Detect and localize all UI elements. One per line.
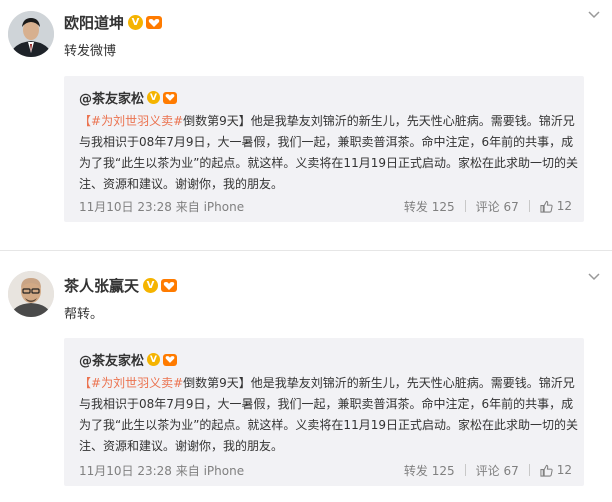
post-text: 帮转。	[64, 307, 104, 322]
author-row: 茶人张赢天 V	[64, 275, 178, 296]
bracket: 【	[79, 114, 92, 128]
repost-body: 【#为刘世羽义卖#倒数第9天】他是我挚友刘锦沂的新生儿，先天性心脏病。需要钱。锦…	[79, 111, 579, 195]
avatar[interactable]	[8, 11, 54, 57]
verified-v-badge-icon: V	[147, 353, 161, 366]
repost-count[interactable]: 转发 125	[404, 462, 455, 479]
repost-author-row: @茶友家松 V	[79, 88, 178, 107]
comment-count[interactable]: 评论 67	[476, 198, 519, 215]
repost-card[interactable]: @茶友家松 V 【#为刘世羽义卖#倒数第9天】他是我挚友刘锦沂的新生儿，先天性心…	[64, 338, 584, 486]
verified-v-badge-icon: V	[143, 278, 159, 293]
verified-v-badge-icon: V	[128, 15, 144, 30]
divider	[464, 464, 466, 476]
avatar[interactable]	[8, 271, 54, 317]
member-level-icon	[146, 16, 163, 29]
verified-v-badge-icon: V	[147, 91, 161, 104]
chevron-down-icon[interactable]	[588, 270, 600, 285]
repost-card[interactable]: @茶友家松 V 【#为刘世羽义卖#倒数第9天】他是我挚友刘锦沂的新生儿，先天性心…	[64, 76, 584, 222]
chevron-down-icon[interactable]	[588, 8, 600, 23]
comment-count[interactable]: 评论 67	[476, 462, 519, 479]
member-level-icon	[163, 91, 178, 104]
repost-footer: 11月10日 23:28 来自 iPhone 转发 125 评论 67 12	[79, 198, 572, 214]
bracket: 【	[79, 376, 92, 390]
author-name[interactable]: 欧阳道坤	[64, 12, 124, 33]
timestamp[interactable]: 11月10日 23:28 来自 iPhone	[79, 198, 394, 215]
like-button[interactable]: 12	[540, 463, 572, 477]
timestamp[interactable]: 11月10日 23:28 来自 iPhone	[79, 462, 394, 479]
thumbs-up-icon	[540, 200, 553, 213]
author-name[interactable]: 茶人张赢天	[64, 275, 139, 296]
thumbs-up-icon	[540, 464, 553, 477]
weibo-post: 欧阳道坤 V 转发微博 @茶友家松 V 【#为刘世羽义卖#倒数第9天】他是我挚友…	[0, 0, 612, 250]
repost-body: 【#为刘世羽义卖#倒数第9天】他是我挚友刘锦沂的新生儿，先天性心脏病。需要钱。锦…	[79, 373, 579, 457]
topic-link[interactable]: #为刘世羽义卖#	[91, 376, 183, 390]
divider	[464, 200, 466, 212]
divider	[528, 200, 530, 212]
like-count: 12	[556, 199, 572, 213]
member-level-icon	[161, 279, 178, 292]
repost-author-link[interactable]: @茶友家松	[79, 350, 144, 369]
divider	[528, 464, 530, 476]
post-text: 转发微博	[64, 44, 117, 59]
like-button[interactable]: 12	[540, 199, 572, 213]
topic-link[interactable]: #为刘世羽义卖#	[91, 114, 183, 128]
repost-author-row: @茶友家松 V	[79, 350, 178, 369]
repost-author-link[interactable]: @茶友家松	[79, 88, 144, 107]
weibo-post: 茶人张赢天 V 帮转。 @茶友家松 V 【#为刘世羽义卖#倒数第9天】他是我挚友…	[0, 251, 612, 502]
like-count: 12	[556, 463, 572, 477]
repost-count[interactable]: 转发 125	[404, 198, 455, 215]
author-row: 欧阳道坤 V	[64, 12, 163, 33]
repost-footer: 11月10日 23:28 来自 iPhone 转发 125 评论 67 12	[79, 462, 572, 478]
member-level-icon	[163, 353, 178, 366]
